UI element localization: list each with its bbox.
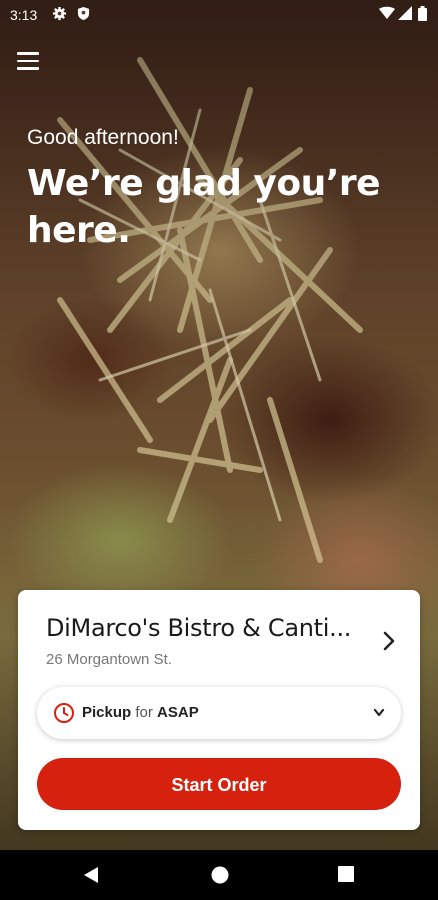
restaurant-name[interactable]: DiMarco's Bistro & Canti...	[46, 614, 376, 642]
menu-icon[interactable]	[17, 52, 39, 72]
wifi-icon	[379, 6, 395, 19]
shield-icon	[77, 7, 90, 20]
greeting-text: Good afternoon!	[27, 126, 179, 149]
battery-icon	[418, 6, 427, 21]
chevron-down-icon	[373, 708, 385, 717]
pickup-label: Pickup for ASAP	[82, 704, 199, 721]
status-time: 3:13	[10, 7, 38, 23]
order-mode: Pickup	[82, 704, 132, 721]
restaurant-address: 26 Morgantown St.	[46, 651, 172, 668]
start-order-button[interactable]: Start Order	[37, 758, 401, 810]
headline-text: We’re glad you’re here.	[27, 163, 381, 251]
recents-icon[interactable]	[337, 865, 355, 883]
gear-icon	[52, 6, 67, 21]
back-icon[interactable]	[82, 865, 100, 885]
chevron-right-icon[interactable]	[382, 630, 396, 652]
restaurant-card: DiMarco's Bistro & Canti... 26 Morgantow…	[18, 590, 420, 830]
order-time: ASAP	[157, 704, 199, 721]
home-icon[interactable]	[210, 865, 230, 885]
status-bar: 3:13	[0, 0, 438, 30]
system-navigation-bar	[0, 850, 438, 900]
order-connector: for	[135, 704, 153, 721]
signal-icon	[398, 6, 412, 20]
pickup-time-selector[interactable]: Pickup for ASAP	[37, 687, 401, 739]
clock-icon	[54, 703, 74, 723]
